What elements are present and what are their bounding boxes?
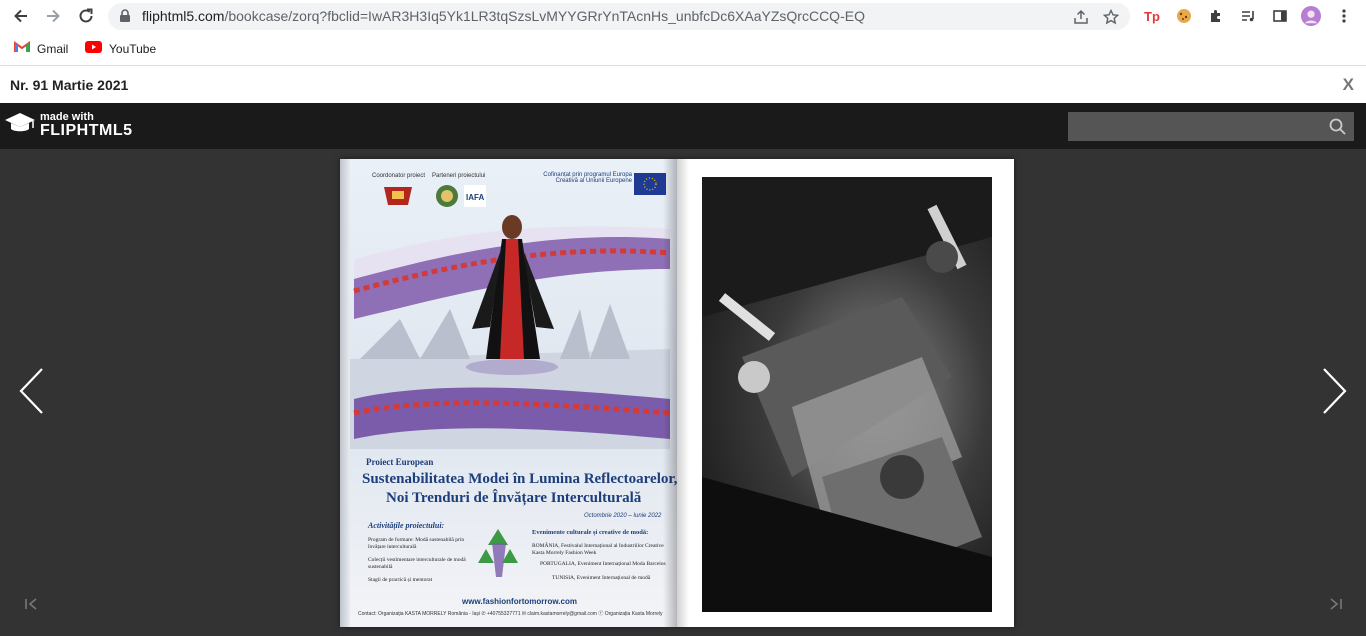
share-icon[interactable] xyxy=(1072,8,1090,26)
side-panel-icon[interactable] xyxy=(1270,6,1290,26)
search-input[interactable] xyxy=(1068,112,1318,141)
bookmark-gmail[interactable]: Gmail xyxy=(14,41,68,56)
partners-label: Parteneri proiectului xyxy=(432,173,486,179)
poster-kicker: Proiect European xyxy=(366,457,434,467)
logo-big-text: FLIPHTML5 xyxy=(40,122,133,139)
bookmark-youtube[interactable]: YouTube xyxy=(85,41,156,56)
forward-arrow-icon[interactable] xyxy=(41,4,65,28)
activity-1: Program de formare: Modă sustenabilă pri… xyxy=(368,537,465,550)
eu-flag-icon xyxy=(634,173,666,195)
graduation-cap-icon xyxy=(4,111,36,140)
gmail-icon xyxy=(14,41,30,56)
poster-website: www.fashionfortomorrow.com xyxy=(462,597,577,606)
event-2: PORTUGALIA, Eveniment Internațional Moda… xyxy=(540,561,666,567)
coordinator-label: Coordonator proiect xyxy=(372,173,426,179)
profile-avatar[interactable] xyxy=(1301,6,1321,26)
poster-dates: Octombrie 2020 – Iunie 2022 xyxy=(584,513,662,519)
activities-title: Activitățile proiectului: xyxy=(368,521,445,530)
viewer-toolbar: made with FLIPHTML5 xyxy=(0,103,1366,149)
left-page-poster[interactable]: Coordonator proiect Parteneri proiectulu… xyxy=(340,159,677,627)
search-icon[interactable] xyxy=(1329,118,1346,140)
activity-2: Colecții vestimentare interculturale de … xyxy=(368,557,466,570)
youtube-icon xyxy=(85,41,102,56)
page-header: Nr. 91 Martie 2021 X xyxy=(0,67,1366,103)
url-text: fliphtml5.com/bookcase/zorq?fbclid=IwAR3… xyxy=(142,8,865,24)
poster-title-line2: Noi Trenduri de Învățare Interculturală xyxy=(386,490,642,506)
fliphtml5-logo[interactable]: made with FLIPHTML5 xyxy=(4,111,133,140)
bw-photo xyxy=(702,177,992,612)
close-button[interactable]: X xyxy=(1343,75,1354,95)
bookmarks-bar: Gmail YouTube xyxy=(0,33,1366,66)
cofunded-text: Cofinanțat prin programul Europa Creativ… xyxy=(543,172,632,184)
search-box xyxy=(1068,112,1354,141)
book-stage: Coordonator proiect Parteneri proiectulu… xyxy=(0,149,1366,636)
events-title: Evenimente culturale și creative de modă… xyxy=(532,529,649,536)
tp-extension-icon[interactable]: Tp xyxy=(1142,6,1162,26)
poster-contact: Contact: Organizația KASTA MORRELY Român… xyxy=(358,611,663,617)
next-page-arrow-icon[interactable] xyxy=(1322,367,1348,420)
browser-toolbar: fliphtml5.com/bookcase/zorq?fbclid=IwAR3… xyxy=(0,0,1366,33)
event-3: TUNISIA, Eveniment Internațional de modă xyxy=(552,575,651,581)
recycle-icon xyxy=(470,523,526,583)
event-1: ROMÂNIA, Festivalul Internațional al Ind… xyxy=(532,543,664,556)
lock-icon[interactable] xyxy=(119,9,131,28)
last-page-icon[interactable] xyxy=(1329,597,1343,614)
right-page-photo[interactable] xyxy=(677,159,1014,627)
back-arrow-icon[interactable] xyxy=(9,4,33,28)
menu-kebab-icon[interactable] xyxy=(1334,6,1354,26)
media-queue-icon[interactable] xyxy=(1238,6,1258,26)
poster-title-line1: Sustenabilitatea Modei în Lumina Reflect… xyxy=(362,471,677,487)
reload-icon[interactable] xyxy=(74,4,98,28)
flipbook[interactable]: Coordonator proiect Parteneri proiectulu… xyxy=(340,159,1014,627)
prev-page-arrow-icon[interactable] xyxy=(18,367,44,420)
poster-illustration xyxy=(350,215,671,449)
activity-3: Stagii de practică și mentorat xyxy=(368,577,433,583)
cookie-extension-icon[interactable] xyxy=(1174,6,1194,26)
address-bar[interactable]: fliphtml5.com/bookcase/zorq?fbclid=IwAR3… xyxy=(108,3,1130,30)
bookmark-star-icon[interactable] xyxy=(1102,8,1120,26)
page-title: Nr. 91 Martie 2021 xyxy=(10,77,129,93)
puzzle-extensions-icon[interactable] xyxy=(1206,6,1226,26)
first-page-icon[interactable] xyxy=(24,597,38,614)
